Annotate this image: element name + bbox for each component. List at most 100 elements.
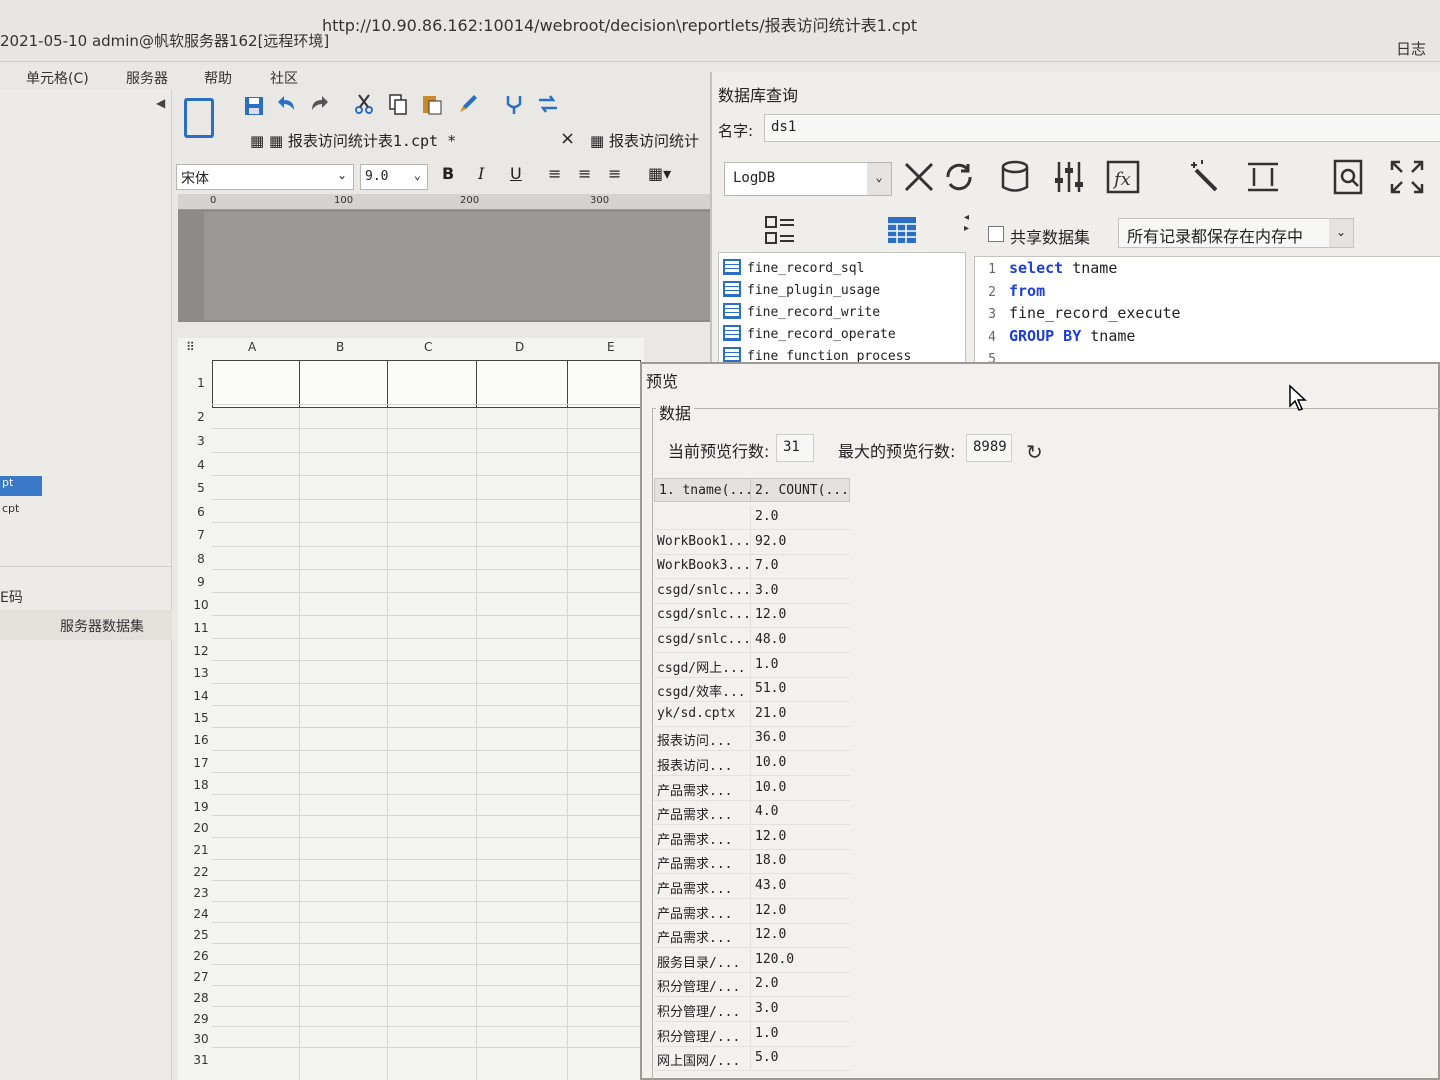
- row-header[interactable]: 27: [186, 970, 216, 984]
- preview-cell-count[interactable]: 12.0: [750, 924, 850, 949]
- menu-cell[interactable]: 单元格(C): [26, 68, 89, 88]
- row-header[interactable]: 16: [186, 733, 216, 747]
- table-list-item[interactable]: fine_record_write: [723, 303, 880, 320]
- preview-cell-tname[interactable]: WorkBook3...: [654, 555, 750, 580]
- preview-cell-tname[interactable]: csgd/snlc...: [654, 604, 750, 629]
- preview-cell-tname[interactable]: 产品需求...: [654, 875, 750, 899]
- preview-cell-tname[interactable]: csgd/网上...: [654, 654, 750, 678]
- log-button[interactable]: 日志: [1396, 38, 1426, 59]
- connection-select[interactable]: LogDB ⌄: [724, 162, 892, 196]
- preview-cell-count[interactable]: 51.0: [750, 678, 850, 703]
- row-header[interactable]: 7: [186, 528, 216, 542]
- row-header[interactable]: 17: [186, 756, 216, 770]
- underline-button[interactable]: U: [510, 164, 522, 183]
- row-header[interactable]: 23: [186, 886, 216, 900]
- align-center-icon[interactable]: ≡: [578, 164, 591, 183]
- row-header[interactable]: 19: [186, 800, 216, 814]
- edit-connection-icon[interactable]: [900, 158, 938, 196]
- table-view-icon[interactable]: [886, 214, 918, 246]
- menu-server[interactable]: 服务器: [126, 68, 168, 88]
- row-header[interactable]: 4: [186, 458, 216, 472]
- tree-view-icon[interactable]: [764, 214, 796, 246]
- server-dataset-tab[interactable]: 服务器数据集: [0, 610, 172, 640]
- preview-cell-tname[interactable]: 服务目录/...: [654, 949, 750, 973]
- row-header[interactable]: 9: [186, 575, 216, 589]
- copy-icon[interactable]: [386, 92, 410, 116]
- preview-cell-count[interactable]: 7.0: [750, 555, 850, 580]
- row-header[interactable]: 14: [186, 689, 216, 703]
- preview-cell-tname[interactable]: csgd/snlc...: [654, 580, 750, 604]
- select-all-icon[interactable]: ⠿: [186, 340, 195, 360]
- border-icon[interactable]: ▦▾: [648, 164, 671, 183]
- current-rows-input[interactable]: 31: [776, 434, 814, 462]
- row-header[interactable]: 11: [186, 621, 216, 635]
- connect-icon[interactable]: [502, 92, 526, 116]
- preview-cell-tname[interactable]: 产品需求...: [654, 850, 750, 875]
- tab-other-report[interactable]: ▦ 报表访问统计: [590, 124, 699, 156]
- row-header[interactable]: 28: [186, 991, 216, 1005]
- preview-cell-count[interactable]: 12.0: [750, 604, 850, 629]
- row-header[interactable]: 25: [186, 928, 216, 942]
- table-list-item[interactable]: fine_record_sql: [723, 259, 864, 276]
- row-header[interactable]: 2: [186, 410, 216, 424]
- preview-cell-count[interactable]: 18.0: [750, 850, 850, 875]
- row-header[interactable]: 8: [186, 552, 216, 566]
- preview-cell-tname[interactable]: 报表访问...: [654, 752, 750, 776]
- panel-divider[interactable]: [0, 566, 172, 567]
- column-header[interactable]: B: [336, 340, 344, 360]
- formula-icon[interactable]: fx: [1104, 158, 1142, 196]
- preview-cell-tname[interactable]: 产品需求...: [654, 777, 750, 801]
- preview-cell-count[interactable]: 92.0: [750, 530, 850, 555]
- preview-cell-count[interactable]: 43.0: [750, 875, 850, 899]
- preview-cell-tname[interactable]: 产品需求...: [654, 826, 750, 850]
- close-tab-icon[interactable]: ×: [560, 128, 575, 149]
- preview-cell-tname[interactable]: 产品需求...: [654, 924, 750, 949]
- column-header[interactable]: E: [607, 340, 615, 360]
- preview-cell-count[interactable]: 36.0: [750, 727, 850, 752]
- undo-icon[interactable]: [274, 92, 298, 116]
- preview-cell-tname[interactable]: 积分管理/...: [654, 973, 750, 998]
- italic-button[interactable]: I: [478, 164, 484, 183]
- database-icon[interactable]: [996, 158, 1034, 196]
- row-header[interactable]: 31: [186, 1053, 216, 1067]
- max-rows-input[interactable]: 8989: [966, 434, 1012, 462]
- tab-current-report[interactable]: ▦ ▦ 报表访问统计表1.cpt * ×: [250, 124, 575, 156]
- preview-cell-count[interactable]: 3.0: [750, 998, 850, 1022]
- preview-cell-tname[interactable]: 积分管理/...: [654, 998, 750, 1022]
- row-header[interactable]: 22: [186, 865, 216, 879]
- preview-cell-count[interactable]: 2.0: [750, 506, 850, 530]
- preview-cell-tname[interactable]: 产品需求...: [654, 801, 750, 826]
- font-size-select[interactable]: 9.0 ⌄: [360, 164, 428, 190]
- maximize-icon[interactable]: [1388, 158, 1426, 196]
- collapse-arrow-icon[interactable]: ◀: [156, 96, 165, 110]
- preview-cell-count[interactable]: 5.0: [750, 1047, 850, 1072]
- spreadsheet[interactable]: [178, 338, 644, 1080]
- cell-e1[interactable]: [567, 360, 641, 408]
- preview-icon[interactable]: [1330, 158, 1368, 196]
- font-family-select[interactable]: 宋体 ⌄: [176, 164, 354, 190]
- preview-cell-tname[interactable]: [654, 506, 750, 530]
- row-header[interactable]: 29: [186, 1012, 216, 1026]
- preview-cell-count[interactable]: 1.0: [750, 653, 850, 678]
- dataset-name-input[interactable]: ds1: [764, 114, 1440, 142]
- preview-cell-count[interactable]: 12.0: [750, 825, 850, 850]
- splitter-arrows-icon[interactable]: ◂ ▸: [964, 212, 969, 234]
- preview-cell-count[interactable]: 48.0: [750, 629, 850, 653]
- row-header[interactable]: 21: [186, 843, 216, 857]
- cell-c1[interactable]: [387, 360, 477, 408]
- column-header-count[interactable]: 2. COUNT(...: [750, 478, 850, 502]
- align-right-icon[interactable]: ≡: [608, 164, 621, 183]
- preview-cell-tname[interactable]: yk/sd.cptx: [654, 703, 750, 727]
- preview-cell-count[interactable]: 3.0: [750, 579, 850, 604]
- preview-cell-count[interactable]: 2.0: [750, 973, 850, 998]
- row-header[interactable]: 15: [186, 711, 216, 725]
- row-header[interactable]: 20: [186, 821, 216, 835]
- table-list-item[interactable]: fine_plugin_usage: [723, 281, 880, 298]
- row-header[interactable]: 24: [186, 907, 216, 921]
- preview-cell-count[interactable]: 120.0: [750, 948, 850, 973]
- column-header[interactable]: A: [248, 340, 256, 360]
- column-header-tname[interactable]: 1. tname(...: [654, 478, 751, 502]
- redo-icon[interactable]: [308, 92, 332, 116]
- file-tree-item-selected[interactable]: pt: [0, 476, 42, 496]
- preview-cell-count[interactable]: 12.0: [750, 899, 850, 924]
